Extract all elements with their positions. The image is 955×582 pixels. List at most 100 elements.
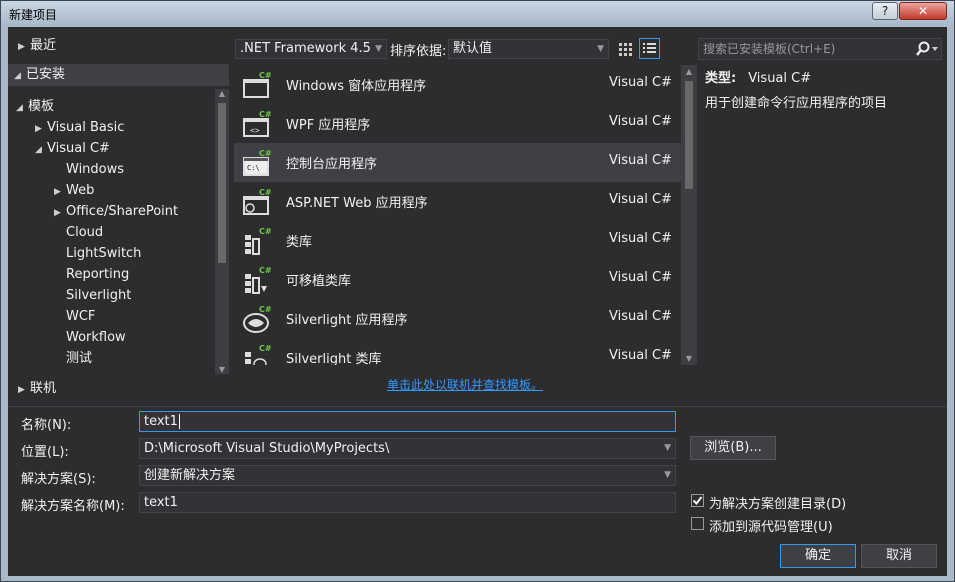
list-view-icon[interactable] xyxy=(639,38,660,59)
framework-dropdown[interactable]: .NET Framework 4.5 ▼ xyxy=(235,39,387,59)
tree-item-web[interactable]: ▶ Web xyxy=(54,180,94,201)
tree-item-silverlight[interactable]: Silverlight xyxy=(54,285,131,306)
tree-item-workflow[interactable]: Workflow xyxy=(54,327,126,348)
template-item[interactable]: <> C# WPF 应用程序 Visual C# xyxy=(234,104,681,143)
collapse-arrow-icon: ◢ xyxy=(14,71,21,81)
location-label: 位置(L): xyxy=(21,445,69,460)
tree-item-cloud[interactable]: Cloud xyxy=(54,222,103,243)
cancel-button[interactable]: 取消 xyxy=(861,544,937,568)
location-input[interactable]: D:\Microsoft Visual Studio\MyProjects\ ▼ xyxy=(139,438,676,459)
tree-item-test[interactable]: 测试 xyxy=(54,348,92,369)
template-language: Visual C# xyxy=(609,153,672,168)
solution-name-label: 解决方案名称(M): xyxy=(21,499,125,514)
expand-arrow-icon: ▶ xyxy=(18,42,25,52)
tree-scroll-thumb[interactable] xyxy=(218,103,226,263)
tree-item-office-sharepoint[interactable]: ▶ Office/SharePoint xyxy=(54,201,178,222)
solution-label: 解决方案(S): xyxy=(21,472,96,487)
sort-label: 排序依据: xyxy=(390,44,447,59)
online-templates-link[interactable]: 单击此处以联机并查找模板。 xyxy=(387,376,543,393)
tree-item-label: 模板 xyxy=(28,99,55,114)
solution-name-input[interactable]: text1 xyxy=(139,492,676,513)
tree-item-label: Visual C# xyxy=(47,141,110,156)
expand-arrow-icon[interactable]: ▶ xyxy=(54,203,66,224)
tree-item-label: Windows xyxy=(66,162,125,177)
svg-text:C#: C# xyxy=(259,188,272,197)
name-input[interactable]: text1 xyxy=(139,411,676,432)
search-icon[interactable] xyxy=(915,40,939,64)
tree-item-windows[interactable]: Windows xyxy=(54,159,124,180)
title-bar[interactable]: 新建项目 ? ✕ xyxy=(1,1,954,27)
nav-online[interactable]: ▶ 联机 xyxy=(18,378,56,399)
chevron-down-icon: ▼ xyxy=(664,470,671,480)
location-value: D:\Microsoft Visual Studio\MyProjects\ xyxy=(144,441,390,456)
tree-item-reporting[interactable]: Reporting xyxy=(54,264,129,285)
chevron-down-icon[interactable]: ▼ xyxy=(664,439,671,458)
search-box[interactable]: 搜索已安装模板(Ctrl+E) xyxy=(698,38,942,60)
template-language: Visual C# xyxy=(609,75,672,90)
tree-item-label: Silverlight xyxy=(66,288,132,303)
expand-arrow-icon[interactable]: ▶ xyxy=(35,119,47,140)
scroll-up-icon[interactable]: ▲ xyxy=(682,67,696,76)
scroll-up-icon[interactable]: ▲ xyxy=(215,89,229,98)
console-icon: C:\ C# xyxy=(242,149,272,177)
type-label: 类型: xyxy=(705,71,737,86)
dialog-title: 新建项目 xyxy=(9,8,58,22)
new-project-dialog: 新建项目 ? ✕ ▶ 最近 ◢ 已安装 ◢ 模板 ▶ Visual Basic ◢ Visua… xyxy=(0,0,955,582)
scroll-down-icon[interactable]: ▼ xyxy=(682,354,696,363)
svg-text:C#: C# xyxy=(259,71,272,80)
tree-item-label: Office/SharePoint xyxy=(66,204,179,219)
template-description: 用于创建命令行应用程序的项目 xyxy=(705,96,888,111)
nav-recent-label: 最近 xyxy=(30,38,57,53)
expand-arrow-icon[interactable]: ▶ xyxy=(54,182,66,203)
create-dir-checkbox[interactable] xyxy=(691,494,704,507)
dialog-client: ▶ 最近 ◢ 已安装 ◢ 模板 ▶ Visual Basic ◢ Visual C# Windo… xyxy=(8,27,947,576)
collapse-arrow-icon[interactable]: ◢ xyxy=(35,140,47,161)
tree-scrollbar[interactable]: ▲ ▼ xyxy=(215,89,229,374)
ok-button[interactable]: 确定 xyxy=(780,544,856,568)
template-item[interactable]: C# 可移植类库 Visual C# xyxy=(234,260,681,299)
expand-arrow-icon: ▶ xyxy=(18,385,25,395)
solution-value: 创建新解决方案 xyxy=(144,468,236,483)
tree-item-templates[interactable]: ◢ 模板 xyxy=(16,96,54,117)
detail-pane: 类型: Visual C# 用于创建命令行应用程序的项目 xyxy=(705,67,945,111)
svg-text:<>: <> xyxy=(250,126,260,135)
tree-item-visual-basic[interactable]: ▶ Visual Basic xyxy=(35,117,124,138)
collapse-arrow-icon[interactable]: ◢ xyxy=(16,98,28,119)
create-dir-label[interactable]: 为解决方案创建目录(D) xyxy=(709,493,846,512)
tree-item-visual-csharp[interactable]: ◢ Visual C# xyxy=(35,138,110,159)
template-item[interactable]: C# ASP.NET Web 应用程序 Visual C# xyxy=(234,182,681,221)
add-source-checkbox[interactable] xyxy=(691,517,704,530)
template-name: 可移植类库 xyxy=(286,274,352,289)
silverlight-app-icon: C# xyxy=(242,305,272,333)
template-item[interactable]: C# Windows 窗体应用程序 Visual C# xyxy=(234,65,681,104)
add-source-label[interactable]: 添加到源代码管理(U) xyxy=(709,516,833,535)
close-button[interactable]: ✕ xyxy=(899,2,947,20)
name-label: 名称(N): xyxy=(21,418,72,433)
svg-text:C:\: C:\ xyxy=(247,164,260,172)
tree-item-wcf[interactable]: WCF xyxy=(54,306,95,327)
form-separator xyxy=(8,406,947,407)
type-value: Visual C# xyxy=(748,71,812,86)
help-button[interactable]: ? xyxy=(872,2,898,20)
tree-item-label: WCF xyxy=(66,309,96,324)
sort-dropdown[interactable]: 默认值 ▼ xyxy=(448,39,609,59)
template-name: WPF 应用程序 xyxy=(286,118,371,133)
template-scrollbar[interactable]: ▲ ▼ xyxy=(681,65,697,365)
template-language: Visual C# xyxy=(609,114,672,129)
template-item[interactable]: C# Silverlight 应用程序 Visual C# xyxy=(234,299,681,338)
template-item[interactable]: C:\ C# 控制台应用程序 Visual C# xyxy=(234,143,681,182)
solution-dropdown[interactable]: 创建新解决方案 ▼ xyxy=(139,465,676,486)
type-line: 类型: Visual C# xyxy=(705,67,945,86)
tree-item-lightswitch[interactable]: LightSwitch xyxy=(54,243,141,264)
svg-text:C#: C# xyxy=(259,227,272,236)
nav-recent[interactable]: ▶ 最近 xyxy=(18,35,56,56)
nav-installed[interactable]: ◢ 已安装 xyxy=(14,64,65,85)
nav-installed-label: 已安装 xyxy=(26,67,66,82)
template-scroll-thumb[interactable] xyxy=(685,81,693,189)
scroll-down-icon[interactable]: ▼ xyxy=(215,365,229,374)
template-item[interactable]: C# 类库 Visual C# xyxy=(234,221,681,260)
browse-button[interactable]: 浏览(B)... xyxy=(690,436,776,460)
template-item[interactable]: C# Silverlight 类库 Visual C# xyxy=(234,338,681,365)
grid-view-icon[interactable] xyxy=(615,39,635,59)
svg-text:C#: C# xyxy=(259,305,272,314)
